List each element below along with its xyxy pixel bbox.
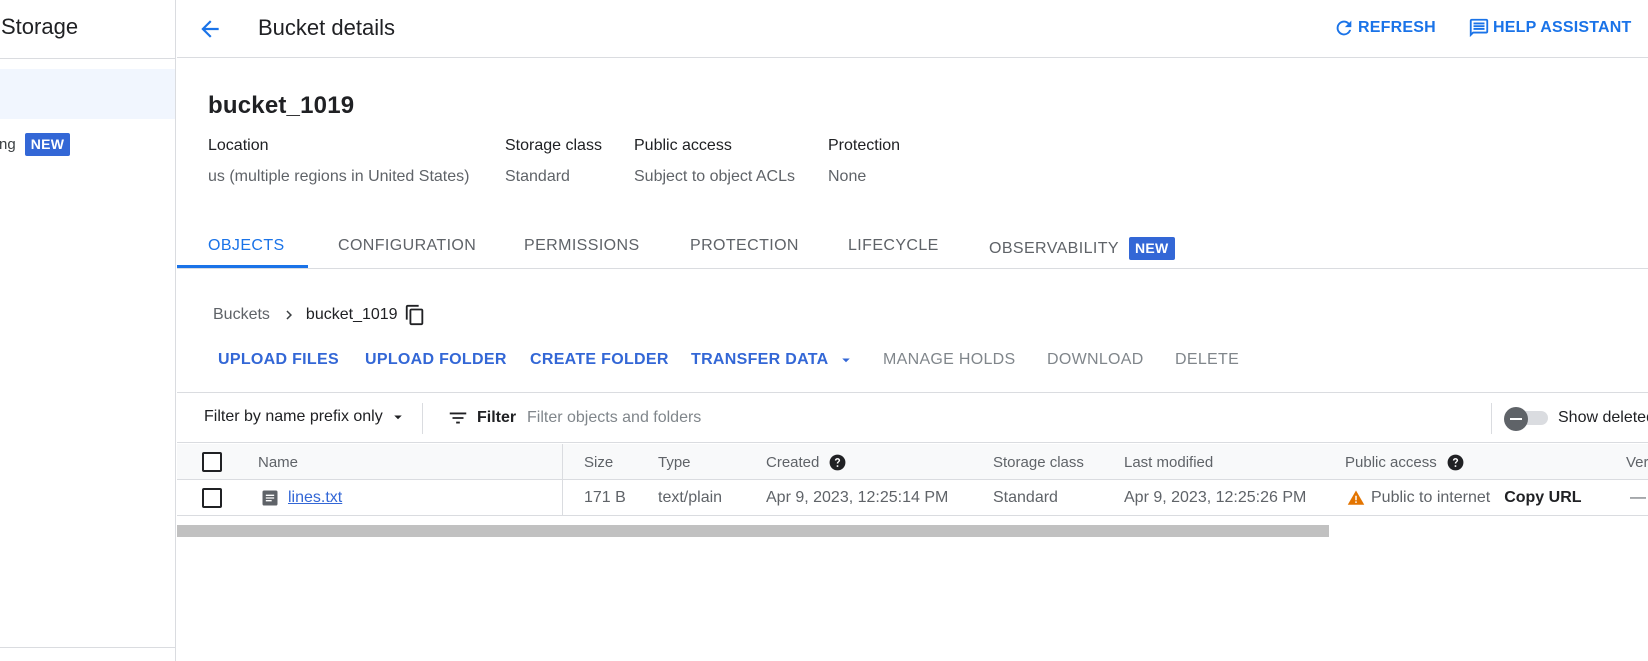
text-file-icon [262,490,278,506]
object-size: 171 B [584,489,626,506]
filter-divider-right [1491,403,1492,434]
create-folder-button[interactable]: CREATE FOLDER [530,351,669,369]
column-header-public-access-label: Public access [1345,453,1437,471]
delete-button[interactable]: DELETE [1175,351,1239,369]
sidebar-title: Storage [1,14,79,39]
chat-icon [1469,18,1489,38]
upload-files-button[interactable]: UPLOAD FILES [218,351,339,369]
help-icon[interactable] [1446,453,1465,472]
table-header: Name Size Type Created Storage class Las… [177,444,1648,480]
breadcrumb-buckets-link[interactable]: Buckets [213,306,270,324]
refresh-button[interactable]: REFRESH [1333,17,1436,39]
object-name-cell: lines.txt [260,480,342,516]
tab-configuration[interactable]: CONFIGURATION [338,237,476,255]
sidebar-item-label: ng [0,135,16,153]
filter-divider [422,403,423,434]
storage-class-label: Storage class [505,137,602,154]
download-button[interactable]: DOWNLOAD [1047,351,1144,369]
select-all-cell [202,444,222,480]
column-header-name[interactable]: Name [258,444,298,480]
table-row[interactable]: lines.txt 171 B text/plain Apr 9, 2023, … [177,480,1648,516]
protection-label: Protection [828,137,901,154]
show-deleted-toggle[interactable] [1504,407,1550,431]
select-all-checkbox[interactable] [202,452,222,472]
tab-permissions[interactable]: PERMISSIONS [524,237,640,255]
new-badge: NEW [24,132,71,156]
chevron-right-icon [286,310,292,320]
filter-label: Filter [477,409,517,426]
column-header-last-modified[interactable]: Last modified [1124,444,1213,480]
sidebar-item-active[interactable] [0,69,175,119]
protection-info: Protection None [828,137,900,186]
storage-class-value: Standard [505,168,570,185]
filter-mode-label: Filter by name prefix only [204,408,383,425]
tab-lifecycle[interactable]: LIFECYCLE [848,237,939,255]
column-header-type[interactable]: Type [658,444,691,480]
public-access-info: Public access Subject to object ACLs [634,137,795,186]
filter-list-icon [449,412,467,424]
object-created: Apr 9, 2023, 12:25:14 PM [766,489,949,506]
public-access-label: Public access [634,137,732,154]
public-access-status: Public to internet [1371,489,1491,506]
toggle-knob [1504,407,1528,431]
filter-mode-select[interactable]: Filter by name prefix only [204,408,407,426]
tab-observability-label: OBSERVABILITY [989,239,1119,257]
object-storage-class: Standard [993,489,1058,506]
upload-folder-button[interactable]: UPLOAD FOLDER [365,351,507,369]
refresh-icon [1336,20,1352,36]
help-assistant-label: HELP ASSISTANT [1493,19,1632,36]
help-icon[interactable] [828,453,847,472]
filter-input[interactable] [527,404,1227,432]
dropdown-caret-icon [393,415,402,420]
copy-icon[interactable] [404,304,426,326]
row-checkbox[interactable] [202,488,222,508]
protection-value: None [828,168,867,185]
horizontal-scrollbar[interactable] [177,525,1329,537]
object-type: text/plain [658,489,723,506]
object-last-modified: Apr 9, 2023, 12:25:26 PM [1124,489,1307,506]
tab-protection[interactable]: PROTECTION [690,237,799,255]
copy-url-link[interactable]: Copy URL [1504,489,1581,507]
object-name-link[interactable]: lines.txt [288,489,342,507]
location-value: us (multiple regions in United States) [208,168,470,185]
tab-objects[interactable]: OBJECTS [208,237,285,255]
sidebar-divider [0,58,175,59]
object-version-history: — [1630,489,1646,506]
warning-icon [1347,490,1365,505]
show-deleted-label: Show deleted data [1558,409,1648,426]
transfer-data-button[interactable]: TRANSFER DATA [691,351,855,369]
refresh-label: REFRESH [1358,19,1436,36]
back-arrow-icon[interactable] [197,16,223,42]
help-assistant-button[interactable]: HELP ASSISTANT [1468,17,1632,39]
sidebar-bottom-divider [0,647,175,648]
breadcrumb: Buckets bucket_1019 [213,304,426,326]
manage-holds-button[interactable]: MANAGE HOLDS [883,351,1016,369]
filter-button[interactable]: Filter [447,407,516,429]
column-header-size[interactable]: Size [584,444,613,480]
page-title: Bucket details [258,15,395,40]
breadcrumb-current: bucket_1019 [305,306,398,323]
tab-observability[interactable]: OBSERVABILITY NEW [989,237,1175,260]
bucket-name: bucket_1019 [208,92,355,119]
new-badge: NEW [1129,237,1175,260]
column-header-created[interactable]: Created [766,444,847,480]
filter-bar: Filter by name prefix only Filter Show d… [177,392,1648,443]
storage-class-info: Storage class Standard [505,137,602,186]
dropdown-caret-icon [841,358,850,363]
column-header-version-history[interactable]: Version history [1626,444,1648,480]
location-label: Location [208,137,269,154]
public-access-value: Subject to object ACLs [634,168,795,185]
header: Bucket details REFRESH HELP ASSISTANT [177,0,1648,58]
transfer-data-label: TRANSFER DATA [691,351,829,368]
column-header-storage-class[interactable]: Storage class [993,444,1084,480]
location-info: Location us (multiple regions in United … [208,137,469,186]
column-resize-divider[interactable] [562,444,563,516]
sidebar: Storage ng NEW [0,0,176,661]
object-public-access: Public to internet Copy URL [1347,480,1582,516]
sidebar-item-new-feature[interactable]: ng NEW [0,131,71,157]
tabs-divider [177,268,1648,269]
column-header-public-access[interactable]: Public access [1345,444,1465,480]
row-select-cell [202,480,222,516]
column-header-created-label: Created [766,453,820,471]
